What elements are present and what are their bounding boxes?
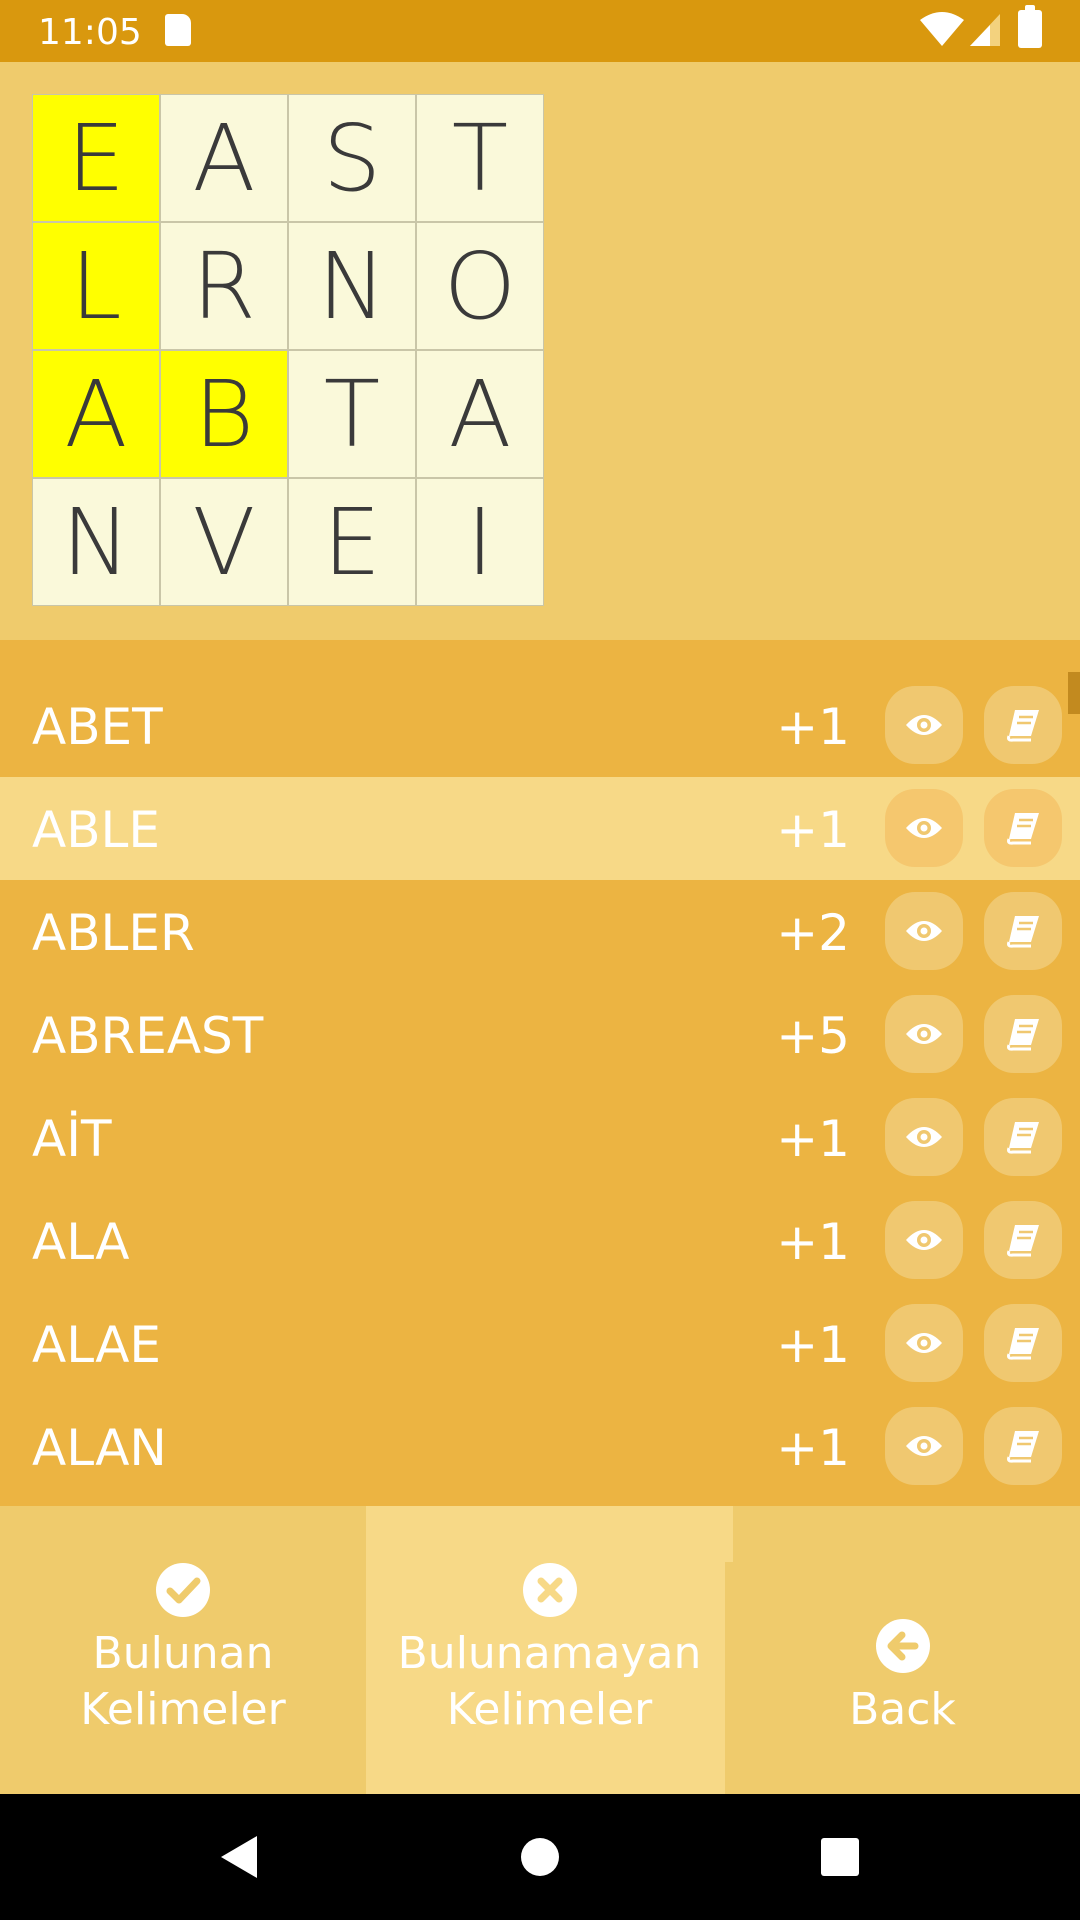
word-text: ABLE — [32, 801, 160, 859]
word-row[interactable]: ABLE +1 — [0, 777, 1080, 880]
grid-cell[interactable]: B — [160, 350, 288, 478]
book-icon — [1005, 1326, 1041, 1360]
word-text: AİT — [32, 1110, 112, 1168]
word-row[interactable]: ALAE +1 — [0, 1292, 1080, 1395]
eye-icon — [904, 1432, 944, 1460]
eye-icon — [904, 1329, 944, 1357]
tab-missing-line1: Bulunamayan — [397, 1628, 702, 1679]
grid-cell[interactable]: T — [416, 94, 544, 222]
tab-found-words[interactable]: Bulunan Kelimeler — [0, 1506, 366, 1794]
book-icon — [1005, 1429, 1041, 1463]
eye-icon — [904, 1020, 944, 1048]
word-text: ALAN — [32, 1419, 167, 1477]
word-score: +1 — [776, 698, 850, 756]
bottom-tab-bar: Bulunan Kelimeler Bulunamayan Kelimeler … — [0, 1506, 1080, 1794]
book-icon — [1005, 811, 1041, 845]
eye-icon — [904, 814, 944, 842]
navigation-bar — [0, 1794, 1080, 1920]
word-text: ABLER — [32, 904, 195, 962]
definition-button[interactable] — [984, 1407, 1062, 1485]
word-score: +1 — [776, 801, 850, 859]
reveal-word-button[interactable] — [885, 995, 963, 1073]
word-text: ALA — [32, 1213, 130, 1271]
tab-missing-words[interactable]: Bulunamayan Kelimeler — [366, 1506, 733, 1794]
back-label: Back — [849, 1684, 956, 1735]
definition-button[interactable] — [984, 1304, 1062, 1382]
word-text: ABET — [32, 698, 163, 756]
reveal-word-button[interactable] — [885, 1098, 963, 1176]
book-icon — [1005, 1120, 1041, 1154]
definition-button[interactable] — [984, 1201, 1062, 1279]
word-text: ALAE — [32, 1316, 162, 1374]
nav-recents-icon[interactable] — [815, 1832, 865, 1882]
tab-found-line1: Bulunan — [92, 1628, 274, 1679]
grid-cell[interactable]: N — [32, 478, 160, 606]
definition-button[interactable] — [984, 1098, 1062, 1176]
book-icon — [1005, 914, 1041, 948]
grid-cell[interactable]: I — [416, 478, 544, 606]
nav-home-icon[interactable] — [515, 1832, 565, 1882]
word-row[interactable]: ABET +1 — [0, 674, 1080, 777]
book-icon — [1005, 708, 1041, 742]
grid-cell[interactable]: A — [160, 94, 288, 222]
word-score: +5 — [776, 1007, 850, 1065]
word-score: +1 — [776, 1316, 850, 1374]
grid-cell[interactable]: O — [416, 222, 544, 350]
status-time: 11:05 — [38, 12, 142, 53]
sd-card-icon — [165, 14, 191, 46]
wifi-icon — [920, 12, 964, 46]
reveal-word-button[interactable] — [885, 892, 963, 970]
grid-cell[interactable]: N — [288, 222, 416, 350]
board-area: EASTLRNOABTANVEI — [0, 62, 1080, 640]
reveal-word-button[interactable] — [885, 686, 963, 764]
book-icon — [1005, 1223, 1041, 1257]
word-row[interactable]: ALAN +1 — [0, 1395, 1080, 1498]
word-list[interactable]: ABET +1 ABLE +1 ABLER +2 ABREAST +5 AİT +1 ALA +1 AL… — [0, 640, 1080, 1506]
eye-icon — [904, 711, 944, 739]
tab-found-line2: Kelimeler — [80, 1684, 286, 1735]
arrow-left-circle-icon — [875, 1619, 930, 1673]
word-row[interactable]: ABLER +2 — [0, 880, 1080, 983]
letter-grid: EASTLRNOABTANVEI — [32, 94, 544, 606]
signal-icon — [970, 14, 1000, 46]
word-row[interactable]: ABREAST +5 — [0, 983, 1080, 1086]
book-icon — [1005, 1017, 1041, 1051]
battery-icon — [1018, 5, 1042, 48]
tab-missing-line2: Kelimeler — [446, 1684, 653, 1735]
reveal-word-button[interactable] — [885, 789, 963, 867]
definition-button[interactable] — [984, 995, 1062, 1073]
grid-cell[interactable]: S — [288, 94, 416, 222]
eye-icon — [904, 917, 944, 945]
grid-cell[interactable]: E — [32, 94, 160, 222]
grid-cell[interactable]: T — [288, 350, 416, 478]
grid-cell[interactable]: E — [288, 478, 416, 606]
reveal-word-button[interactable] — [885, 1201, 963, 1279]
word-score: +1 — [776, 1419, 850, 1477]
grid-cell[interactable]: R — [160, 222, 288, 350]
x-circle-icon — [522, 1563, 577, 1617]
definition-button[interactable] — [984, 789, 1062, 867]
back-button[interactable]: Back — [725, 1562, 1080, 1794]
grid-cell[interactable]: A — [416, 350, 544, 478]
eye-icon — [904, 1226, 944, 1254]
eye-icon — [904, 1123, 944, 1151]
word-score: +1 — [776, 1213, 850, 1271]
grid-cell[interactable]: A — [32, 350, 160, 478]
reveal-word-button[interactable] — [885, 1407, 963, 1485]
word-text: ABREAST — [32, 1007, 264, 1065]
grid-cell[interactable]: L — [32, 222, 160, 350]
reveal-word-button[interactable] — [885, 1304, 963, 1382]
check-circle-icon — [156, 1563, 210, 1617]
status-bar: 11:05 — [0, 0, 1080, 62]
grid-cell[interactable]: V — [160, 478, 288, 606]
definition-button[interactable] — [984, 686, 1062, 764]
word-score: +2 — [776, 904, 850, 962]
word-row[interactable]: ALA +1 — [0, 1189, 1080, 1292]
word-row[interactable]: AİT +1 — [0, 1086, 1080, 1189]
nav-back-icon[interactable] — [215, 1832, 265, 1882]
word-score: +1 — [776, 1110, 850, 1168]
definition-button[interactable] — [984, 892, 1062, 970]
